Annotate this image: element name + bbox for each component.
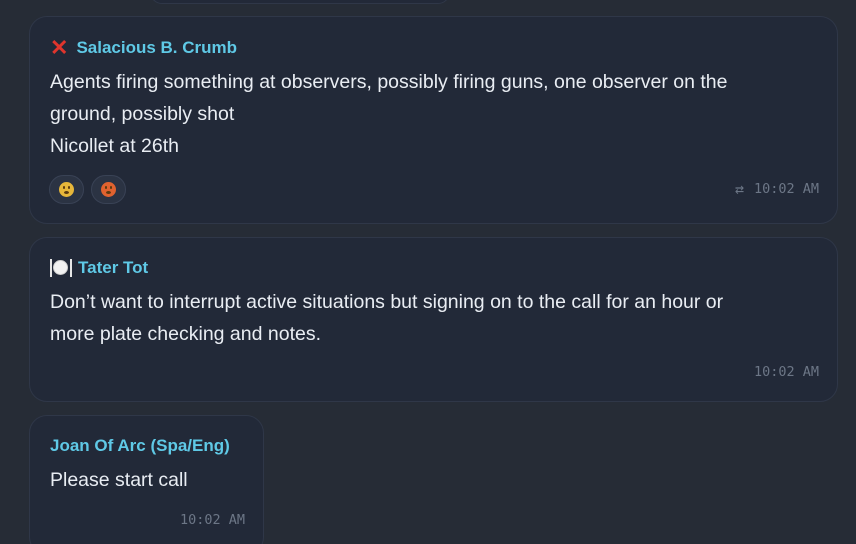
message-text-line: Please start call bbox=[50, 469, 188, 491]
message-timestamp: 10:02 AM bbox=[179, 512, 245, 528]
previous-message-bubble bbox=[150, 0, 450, 4]
message-sender[interactable]: ✕ Salacious B. Crumb bbox=[50, 37, 237, 59]
message-timestamp: 10:02 AM bbox=[753, 181, 819, 197]
sender-name: Tater Tot bbox=[78, 258, 149, 277]
cross-mark-icon: ✕ bbox=[50, 35, 69, 60]
message-bubble[interactable]: Tater Tot Don’t want to interrupt active… bbox=[29, 237, 838, 402]
message-text-line: Agents firing something at observers, po… bbox=[50, 71, 728, 93]
angry-face-icon bbox=[101, 182, 116, 197]
sender-name: Joan Of Arc (Spa/Eng) bbox=[50, 436, 230, 455]
message-text-line: Don’t want to interrupt active situation… bbox=[50, 291, 724, 313]
message-bubble[interactable]: ✕ Salacious B. Crumb Agents firing somet… bbox=[29, 16, 838, 224]
message-sender[interactable]: Joan Of Arc (Spa/Eng) bbox=[50, 436, 230, 456]
message-meta: 10:02 AM bbox=[180, 512, 245, 528]
message-sender[interactable]: Tater Tot bbox=[50, 258, 148, 278]
anguished-face-icon bbox=[59, 182, 74, 197]
message-meta: ⇄ 10:02 AM bbox=[735, 180, 819, 198]
message-text-line: more plate checking and notes. bbox=[50, 323, 322, 345]
sender-name: Salacious B. Crumb bbox=[76, 38, 238, 57]
reaction-angry[interactable] bbox=[91, 175, 126, 204]
reaction-anguished[interactable] bbox=[49, 175, 84, 204]
message-bubble[interactable]: Joan Of Arc (Spa/Eng) Please start call … bbox=[29, 415, 264, 544]
message-meta: 10:02 AM bbox=[754, 364, 819, 380]
repost-icon[interactable]: ⇄ bbox=[735, 180, 744, 198]
message-text-line: ground, possibly shot bbox=[50, 103, 235, 125]
message-text-line: Nicollet at 26th bbox=[50, 135, 179, 157]
fork-knife-plate-icon bbox=[50, 259, 72, 277]
message-timestamp: 10:02 AM bbox=[753, 364, 819, 380]
